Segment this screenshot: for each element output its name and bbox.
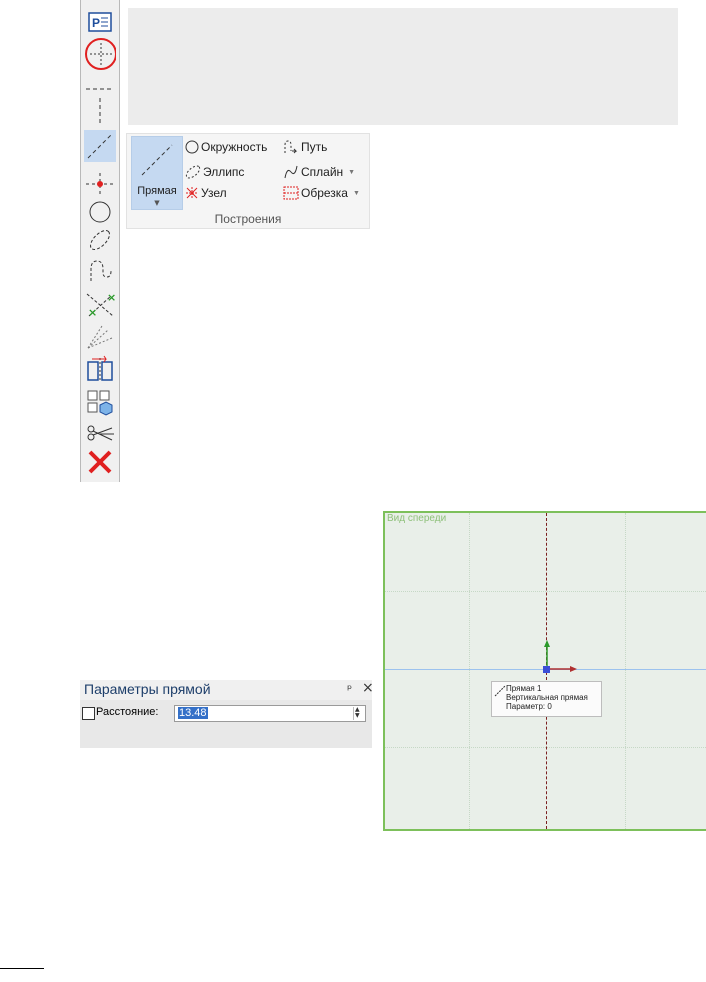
spline-icon: [284, 165, 298, 179]
svg-text:×: ×: [88, 306, 97, 318]
trim-button[interactable]: Обрезка ▼: [283, 185, 360, 201]
ellipse-icon[interactable]: [84, 226, 116, 254]
node-label: Узел: [201, 186, 227, 200]
intersection-icon[interactable]: × ×: [84, 290, 116, 318]
node-button[interactable]: Узел: [185, 185, 227, 201]
tooltip-line-2: Вертикальная прямая: [506, 693, 588, 702]
ribbon-group-title: Построения: [214, 212, 282, 226]
views-icon[interactable]: [84, 388, 116, 416]
ellipse-label: Эллипс: [203, 165, 245, 179]
panel-title: Параметры прямой: [84, 681, 211, 697]
distance-checkbox[interactable]: [82, 707, 95, 720]
circle-label: Окружность: [201, 140, 268, 154]
path-label: Путь: [301, 140, 328, 154]
grid-line: [469, 513, 470, 829]
delete-x-icon[interactable]: [84, 448, 116, 476]
front-view-viewport[interactable]: Вид спереди Прямая 1 Вертикальная прямая…: [383, 511, 706, 831]
origin-point[interactable]: [543, 666, 550, 673]
panel-header: Параметры прямой ᵖ ×: [80, 680, 374, 700]
chevron-down-icon[interactable]: ▼: [348, 169, 355, 176]
path-button[interactable]: Путь: [283, 139, 327, 155]
trim-label: Обрезка: [301, 186, 348, 200]
vertical-toolbar: P × ×: [80, 0, 120, 482]
view-label: Вид спереди: [387, 513, 447, 524]
chevron-down-icon[interactable]: ▼: [353, 190, 360, 197]
path-icon: [284, 140, 298, 154]
ellipse-icon: [185, 165, 201, 179]
trim-scissors-icon[interactable]: [84, 420, 116, 448]
diagonal-line-icon: [494, 685, 506, 697]
ellipse-button[interactable]: Эллипс: [185, 164, 244, 180]
spline-button[interactable]: Сплайн ▼: [283, 164, 355, 180]
crosshair-icon[interactable]: [84, 38, 116, 70]
vertical-line-icon[interactable]: [84, 97, 116, 125]
panel-body: Расстояние: 13.48 ▲ ▼: [80, 700, 372, 748]
node-icon[interactable]: [84, 170, 116, 198]
divider: [0, 968, 44, 969]
tooltip-line-1: Прямая 1: [506, 684, 542, 693]
circle-button[interactable]: Окружность: [185, 139, 267, 155]
diagonal-line-icon: [141, 144, 173, 176]
distance-input[interactable]: 13.48 ▲ ▼: [174, 705, 366, 722]
distance-label: Расстояние:: [96, 706, 159, 718]
chevron-down-icon[interactable]: ▼: [132, 199, 182, 207]
spline-label: Сплайн: [301, 165, 344, 179]
distance-stepper[interactable]: ▲ ▼: [353, 707, 364, 720]
tooltip-line-3: Параметр: 0: [506, 702, 552, 711]
grid-line: [625, 513, 626, 829]
close-icon[interactable]: ×: [362, 680, 374, 696]
diagonal-line-icon[interactable]: [84, 130, 116, 162]
node-icon: [186, 187, 198, 199]
distance-value: 13.48: [178, 707, 208, 719]
gray-panel: [128, 8, 678, 125]
trim-icon: [283, 186, 299, 200]
pin-icon[interactable]: ᵖ: [347, 682, 352, 696]
svg-text:P: P: [92, 16, 100, 30]
spin-down-icon[interactable]: ▼: [355, 713, 360, 719]
circle-icon[interactable]: [84, 198, 116, 226]
line-button-label: Прямая: [137, 185, 177, 197]
hatch-icon[interactable]: [84, 322, 116, 350]
mirror-icon[interactable]: [84, 354, 116, 382]
parameters-icon[interactable]: P: [84, 8, 116, 36]
svg-text:×: ×: [107, 291, 115, 304]
ribbon-group-constructions: Прямая ▼ Окружность Путь Эллипс Сплайн ▼…: [126, 133, 370, 229]
axis-triad-icon: [544, 640, 577, 672]
path-icon[interactable]: [84, 256, 116, 284]
line-parameters-panel: Параметры прямой ᵖ × Расстояние: 13.48 ▲…: [80, 680, 374, 748]
circle-icon: [185, 140, 199, 154]
line-big-button[interactable]: Прямая ▼: [131, 136, 183, 210]
tooltip: Прямая 1 Вертикальная прямая Параметр: 0: [491, 681, 602, 717]
